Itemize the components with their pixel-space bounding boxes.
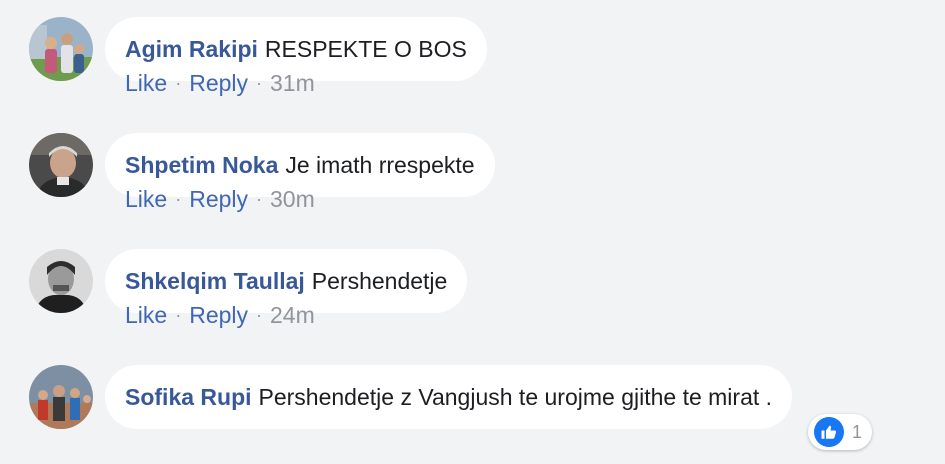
thumbs-up-icon <box>814 417 844 447</box>
comment-text: Pershendetje <box>311 267 448 294</box>
avatar[interactable] <box>29 133 93 197</box>
reply-link[interactable]: Reply <box>189 186 248 213</box>
comment-bubble: Sofika Rupi Pershendetje z Vangjush te u… <box>105 365 793 429</box>
comment-actions: Like · Reply · 30m <box>125 186 315 213</box>
comment: Shpetim Noka Je imath rrespekte Like · R… <box>0 116 945 232</box>
like-link[interactable]: Like <box>125 70 167 97</box>
comment-timestamp[interactable]: 31m <box>270 70 315 97</box>
like-link[interactable]: Like <box>125 186 167 213</box>
comment-author[interactable]: Shpetim Noka <box>125 152 278 179</box>
like-link[interactable]: Like <box>125 302 167 329</box>
comment-author[interactable]: Shkelqim Taullaj <box>125 268 305 295</box>
separator-dot: · <box>175 189 182 209</box>
comment-text: Je imath rrespekte <box>285 151 475 178</box>
comment-author[interactable]: Sofika Rupi <box>125 384 252 411</box>
comment-actions: Like · Reply · 24m <box>125 302 315 329</box>
comment-timestamp[interactable]: 30m <box>270 186 315 213</box>
avatar[interactable] <box>29 17 93 81</box>
comment-author[interactable]: Agim Rakipi <box>125 36 258 63</box>
comment-text: RESPEKTE O BOS <box>264 35 467 62</box>
separator-dot: · <box>256 73 263 93</box>
comment-actions: Like · Reply · 31m <box>125 70 315 97</box>
comment-text: Pershendetje z Vangjush te urojme gjithe… <box>258 383 773 410</box>
separator-dot: · <box>256 189 263 209</box>
avatar[interactable] <box>29 365 93 429</box>
separator-dot: · <box>256 305 263 325</box>
avatar[interactable] <box>29 249 93 313</box>
separator-dot: · <box>175 73 182 93</box>
reply-link[interactable]: Reply <box>189 70 248 97</box>
comment: Sofika Rupi Pershendetje z Vangjush te u… <box>0 348 945 464</box>
reply-link[interactable]: Reply <box>189 302 248 329</box>
reaction-summary[interactable]: 1 <box>808 414 873 450</box>
separator-dot: · <box>175 305 182 325</box>
reaction-count: 1 <box>852 421 863 442</box>
comment: Shkelqim Taullaj Pershendetje Like · Rep… <box>0 232 945 348</box>
comment-timestamp[interactable]: 24m <box>270 302 315 329</box>
comment: Agim Rakipi RESPEKTE O BOS Like · Reply … <box>0 0 945 116</box>
